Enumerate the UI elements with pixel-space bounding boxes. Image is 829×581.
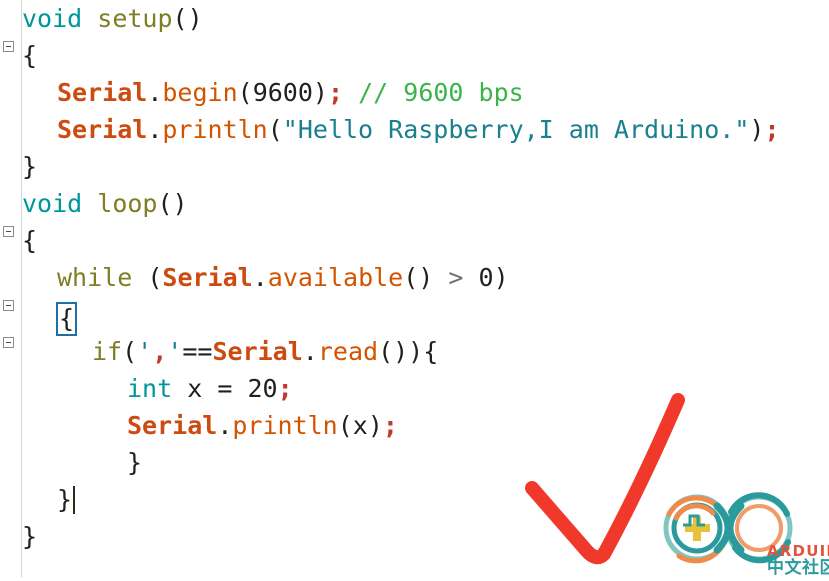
- code-token: 20: [247, 374, 278, 403]
- code-token: (: [267, 115, 283, 144]
- code-line[interactable]: void loop(): [22, 185, 829, 222]
- code-token: >: [448, 263, 464, 292]
- code-token: ': [137, 337, 153, 366]
- code-token: println: [232, 411, 338, 440]
- code-token: .: [147, 78, 163, 107]
- matched-brace: {: [56, 302, 78, 336]
- code-line[interactable]: if(','==Serial.read()){: [22, 333, 829, 370]
- code-token: void: [22, 4, 83, 33]
- fold-marker-icon[interactable]: [3, 226, 14, 237]
- code-token: x: [352, 411, 368, 440]
- code-token: ;: [764, 115, 780, 144]
- code-line[interactable]: {: [22, 37, 829, 74]
- code-line[interactable]: Serial.println(x);: [22, 407, 829, 444]
- code-token: "Hello Raspberry,I am Arduino.": [282, 115, 750, 144]
- code-token: }: [22, 152, 38, 181]
- code-token: {: [22, 41, 38, 70]
- code-token: Serial: [57, 78, 148, 107]
- code-line[interactable]: Serial.println("Hello Raspberry,I am Ard…: [22, 111, 829, 148]
- code-token: }: [127, 448, 143, 477]
- code-token: (): [172, 4, 203, 33]
- code-token: ;: [382, 411, 398, 440]
- code-token: (: [237, 78, 253, 107]
- code-token: ): [749, 115, 765, 144]
- code-token: loop: [97, 189, 158, 218]
- code-token: ;: [277, 374, 293, 403]
- code-line[interactable]: {: [22, 296, 829, 336]
- code-token: =: [217, 374, 233, 403]
- arduino-community-logo: ARDUINO 中文社区: [655, 492, 829, 578]
- code-token: if: [92, 337, 123, 366]
- code-token: ()): [378, 337, 424, 366]
- code-token: (): [403, 263, 434, 292]
- code-token: void: [22, 189, 83, 218]
- code-token: setup: [97, 4, 173, 33]
- editor-gutter[interactable]: [0, 0, 22, 577]
- fold-marker-icon[interactable]: [3, 300, 14, 311]
- code-token: println: [162, 115, 268, 144]
- fold-marker-icon[interactable]: [3, 337, 14, 348]
- code-token: while: [57, 263, 133, 292]
- code-token: read: [317, 337, 379, 366]
- code-content[interactable]: void setup(){Serial.begin(9600); // 9600…: [22, 0, 829, 577]
- code-line[interactable]: int x = 20;: [22, 370, 829, 407]
- code-token: .: [252, 263, 268, 292]
- code-token: x: [187, 374, 203, 403]
- code-token: 0: [478, 263, 494, 292]
- code-token: ': [167, 337, 183, 366]
- code-line[interactable]: void setup(): [22, 0, 829, 37]
- code-line[interactable]: Serial.begin(9600); // 9600 bps: [22, 74, 829, 111]
- code-token: (: [122, 337, 138, 366]
- code-token: Serial: [162, 263, 253, 292]
- code-token: Serial: [57, 115, 148, 144]
- code-token: Serial: [212, 337, 303, 366]
- code-token: }: [57, 485, 73, 514]
- fold-marker-icon[interactable]: [3, 41, 14, 52]
- code-line[interactable]: {: [22, 222, 829, 259]
- code-editor[interactable]: void setup(){Serial.begin(9600); // 9600…: [0, 0, 829, 578]
- code-token: {: [22, 226, 38, 255]
- code-token: (): [157, 189, 188, 218]
- code-token: Serial: [127, 411, 218, 440]
- code-token: (: [337, 411, 353, 440]
- code-token: ,: [152, 337, 168, 366]
- code-line[interactable]: }: [22, 148, 829, 185]
- code-token: {: [423, 337, 439, 366]
- code-token: }: [22, 522, 38, 551]
- code-token: .: [147, 115, 163, 144]
- code-token: 9600: [252, 78, 313, 107]
- logo-subtitle: 中文社区: [767, 557, 829, 577]
- code-token: int: [127, 374, 173, 403]
- code-token: (: [147, 263, 163, 292]
- code-token: ;: [327, 78, 344, 107]
- code-token: begin: [162, 78, 238, 107]
- code-token: ): [312, 78, 328, 107]
- code-token: ==: [182, 337, 213, 366]
- text-caret: [73, 486, 76, 514]
- code-token: // 9600 bps: [358, 78, 524, 107]
- code-token: available: [267, 263, 404, 292]
- code-token: ): [493, 263, 509, 292]
- code-token: .: [217, 411, 233, 440]
- code-line[interactable]: }: [22, 444, 829, 481]
- code-line[interactable]: while (Serial.available() > 0): [22, 259, 829, 296]
- code-token: .: [302, 337, 318, 366]
- code-token: ): [367, 411, 383, 440]
